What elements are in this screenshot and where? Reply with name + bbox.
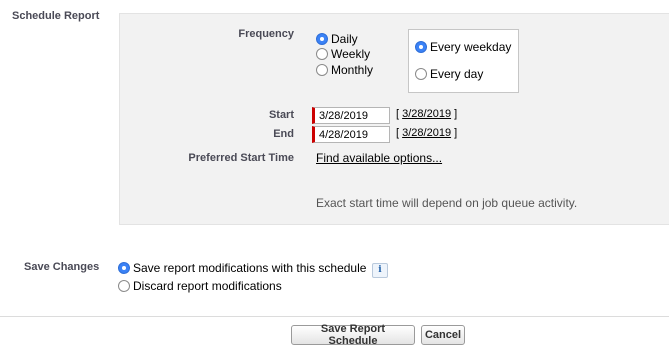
discard-modifications-option[interactable]: Discard report modifications: [118, 279, 282, 293]
job-queue-hint: Exact start time will depend on job queu…: [316, 196, 578, 210]
every-day-option[interactable]: Every day: [415, 67, 483, 81]
daily-options-box: [408, 29, 519, 93]
frequency-monthly-label: Monthly: [331, 63, 374, 77]
save-modifications-option[interactable]: Save report modifications with this sche…: [118, 261, 366, 275]
save-modifications-label: Save report modifications with this sche…: [133, 261, 367, 275]
radio-unselected-icon[interactable]: [415, 68, 427, 80]
radio-selected-icon[interactable]: [316, 33, 328, 45]
frequency-weekly-option[interactable]: Weekly: [316, 47, 370, 61]
find-available-options-link[interactable]: Find available options...: [316, 151, 442, 165]
start-label: Start: [268, 109, 294, 121]
frequency-daily-option[interactable]: Daily: [316, 32, 358, 46]
radio-unselected-icon[interactable]: [316, 48, 328, 60]
start-today-link-wrap: [ 3/28/2019 ]: [396, 108, 457, 120]
bracket-close: ]: [454, 127, 458, 139]
discard-modifications-label: Discard report modifications: [133, 279, 282, 293]
radio-unselected-icon[interactable]: [316, 64, 328, 76]
every-day-label: Every day: [430, 67, 484, 81]
frequency-weekly-label: Weekly: [331, 47, 371, 61]
frequency-daily-label: Daily: [331, 32, 358, 46]
end-today-link-wrap: [ 3/28/2019 ]: [396, 127, 457, 139]
every-weekday-option[interactable]: Every weekday: [415, 40, 511, 54]
end-date-input[interactable]: [312, 126, 390, 143]
radio-selected-icon[interactable]: [118, 262, 130, 274]
schedule-report-label: Schedule Report: [12, 10, 100, 22]
info-icon[interactable]: i: [372, 263, 388, 278]
end-today-link[interactable]: 3/28/2019: [402, 127, 451, 139]
start-date-input[interactable]: [312, 107, 390, 124]
frequency-label: Frequency: [238, 28, 294, 40]
bracket-close: ]: [454, 108, 458, 120]
save-changes-label: Save Changes: [24, 261, 100, 273]
footer-divider: [0, 316, 669, 317]
radio-unselected-icon[interactable]: [118, 280, 130, 292]
start-today-link[interactable]: 3/28/2019: [402, 108, 451, 120]
bracket-open: [: [396, 108, 400, 120]
cancel-button[interactable]: Cancel: [421, 325, 465, 345]
radio-selected-icon[interactable]: [415, 41, 427, 53]
preferred-start-time-label: Preferred Start Time: [188, 152, 294, 164]
bracket-open: [: [396, 127, 400, 139]
end-label: End: [273, 128, 294, 140]
frequency-monthly-option[interactable]: Monthly: [316, 63, 373, 77]
save-report-schedule-button[interactable]: Save Report Schedule: [291, 323, 415, 347]
every-weekday-label: Every weekday: [430, 40, 512, 54]
